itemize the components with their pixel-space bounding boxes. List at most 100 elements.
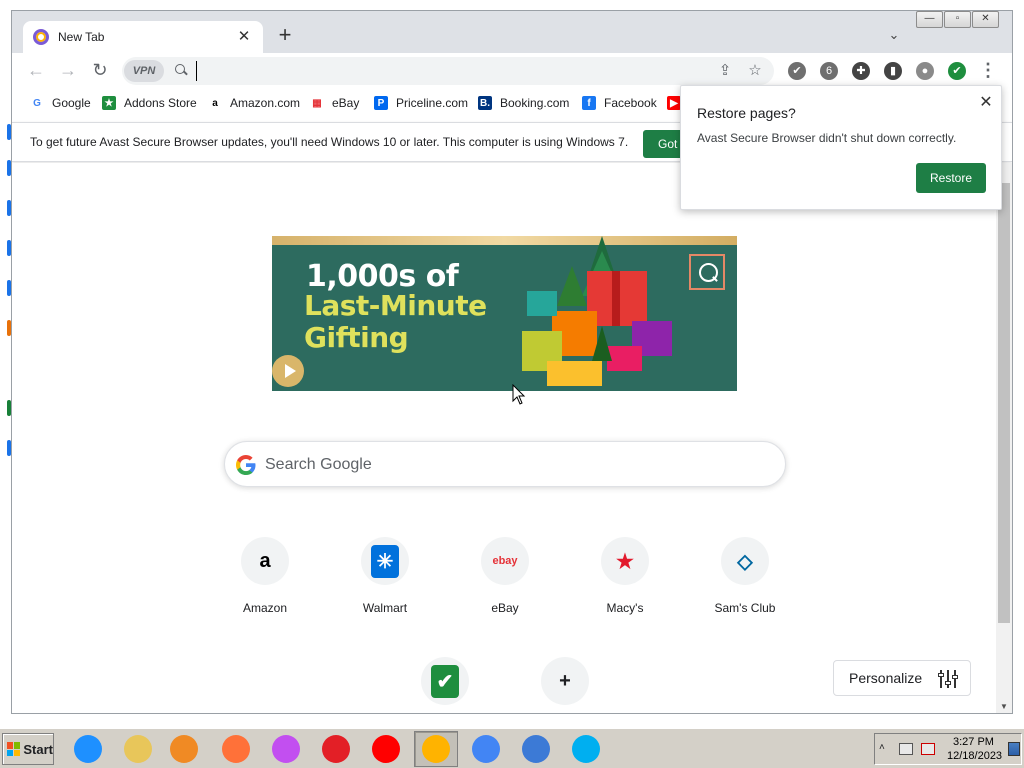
puzzle-extension-icon[interactable]: ✚ (852, 62, 870, 80)
windows-logo-icon (7, 742, 21, 756)
personalize-button[interactable]: Personalize (833, 660, 971, 696)
forward-button[interactable]: → (58, 61, 78, 81)
bookmark-favicon-icon: B. (478, 96, 492, 110)
shortcut-tile[interactable]: +Add shortcut (510, 657, 620, 713)
firefox-icon[interactable] (214, 731, 258, 767)
shortcut-label: Sam's Club (714, 601, 776, 615)
google-search-box[interactable] (224, 441, 786, 487)
network-icon[interactable] (899, 743, 913, 755)
bookmark-star-icon[interactable]: ☆ (746, 62, 764, 80)
bookmark-label: Facebook (604, 96, 657, 110)
restore-button[interactable]: Restore (916, 163, 986, 193)
back-button[interactable]: ← (26, 61, 46, 81)
avast-favicon-icon (33, 29, 49, 45)
shortcut-tile[interactable]: ebay eBay (450, 537, 560, 627)
media-player-icon[interactable] (162, 731, 206, 767)
yandex-browser-icon[interactable] (314, 731, 358, 767)
sidepanel-icon[interactable]: ▮ (884, 62, 902, 80)
shortcut-icon: ✔ (421, 657, 469, 705)
bookmark-item[interactable]: f Facebook (582, 94, 657, 112)
tab-close-icon[interactable]: ✕ (235, 28, 253, 46)
shortcut-tile[interactable]: ✔Security & Priv... (390, 657, 500, 713)
start-label: Start (23, 741, 53, 757)
tab-search-button[interactable]: ⌄ (885, 27, 903, 45)
tray-expand-icon[interactable]: ˄ (879, 742, 885, 753)
taskbar-app-glyph (572, 735, 600, 763)
taskbar-app-glyph (422, 735, 450, 763)
taskbar-app-glyph (272, 735, 300, 763)
clock-time[interactable]: 3:27 PM (953, 736, 994, 748)
bookmark-label: Google (52, 96, 91, 110)
checklist-app-icon[interactable] (514, 731, 558, 767)
banner-play-icon[interactable] (272, 355, 304, 387)
share-icon[interactable]: ⇪ (716, 62, 734, 80)
tab-new-tab[interactable]: New Tab ✕ (23, 21, 263, 53)
google-search-input[interactable] (265, 454, 745, 476)
shortcut-glyph-icon: ◇ (737, 548, 753, 574)
menu-button[interactable]: ⋮ (978, 61, 998, 81)
address-bar[interactable]: VPN ⇪ ☆ (122, 57, 774, 85)
shortcut-icon: a (241, 537, 289, 585)
promo-banner[interactable]: 1,000s of Last-Minute Gifting (272, 236, 737, 391)
bookmark-favicon-icon: a (208, 96, 222, 110)
shortcut-glyph-icon: ★ (616, 548, 634, 574)
internet-explorer-icon[interactable] (66, 731, 110, 767)
bookmark-item[interactable]: a Amazon.com (208, 94, 300, 112)
close-window-button[interactable]: ✕ (972, 11, 999, 28)
shortcut-icon: ✳ (361, 537, 409, 585)
file-explorer-icon[interactable] (116, 731, 160, 767)
clock-date[interactable]: 12/18/2023 (947, 750, 1002, 762)
shortcut-icon: ◇ (721, 537, 769, 585)
bookmark-item[interactable]: ★ Addons Store (102, 94, 197, 112)
sliders-icon (938, 670, 958, 688)
shortcut-glyph-icon: + (559, 669, 571, 693)
minimize-button[interactable]: — (916, 11, 943, 28)
address-input[interactable] (196, 61, 696, 81)
chrome-icon[interactable] (464, 731, 508, 767)
taskbar-app-glyph (170, 735, 198, 763)
bookmark-item[interactable]: B. Booking.com (478, 94, 569, 112)
bookmark-item[interactable]: ▦ eBay (310, 94, 359, 112)
shortcut-glyph-icon: ✳ (370, 544, 400, 578)
privacy-extension-icon[interactable]: 6 (820, 62, 838, 80)
maximize-button[interactable]: ▫ (944, 11, 971, 28)
bookmark-item[interactable]: P Priceline.com (374, 94, 468, 112)
dialog-message: Avast Secure Browser didn't shut down co… (697, 131, 957, 145)
gift-boxes-illustration (522, 236, 672, 386)
start-button[interactable]: Start (2, 733, 54, 765)
polygon-app-icon[interactable] (264, 731, 308, 767)
dialog-close-icon[interactable]: ✕ (977, 92, 995, 112)
profile-icon[interactable]: ● (916, 62, 934, 80)
bookmark-label: Priceline.com (396, 96, 469, 110)
scrollbar-thumb[interactable] (998, 183, 1010, 623)
skype-icon[interactable] (564, 731, 608, 767)
tab-strip: New Tab ✕ + ⌄ — ▫ ✕ (12, 11, 1012, 53)
shortcut-tile[interactable]: ★ Macy's (570, 537, 680, 627)
shortcut-label: Macy's (606, 601, 644, 615)
bookmark-favicon-icon: P (374, 96, 388, 110)
taskbar-app-glyph (222, 735, 250, 763)
shortcut-icon: + (541, 657, 589, 705)
google-g-icon (235, 454, 257, 476)
shield-extension-icon[interactable]: ✔ (788, 62, 806, 80)
avast-browser-icon[interactable] (414, 731, 458, 767)
avast-shield-icon[interactable]: ✔ (948, 62, 966, 80)
vpn-button[interactable]: VPN (124, 60, 164, 82)
shortcut-icon: ebay (481, 537, 529, 585)
volume-muted-icon[interactable] (921, 743, 935, 755)
new-tab-button[interactable]: + (274, 24, 296, 47)
reload-button[interactable]: ↻ (90, 61, 110, 81)
banner-headline-2-text: Last-Minute (304, 289, 487, 322)
bookmark-item[interactable]: G Google (30, 94, 91, 112)
restore-pages-dialog: Restore pages? Avast Secure Browser didn… (680, 85, 1002, 210)
search-icon (174, 63, 188, 77)
yandex-icon[interactable] (364, 731, 408, 767)
shortcut-tile[interactable]: ◇ Sam's Club (690, 537, 800, 627)
shortcut-tile[interactable]: a Amazon (210, 537, 320, 627)
shortcut-tile[interactable]: ✳ Walmart (330, 537, 440, 627)
show-desktop-button[interactable] (1008, 742, 1020, 756)
page-scrollbar[interactable]: ▼ (996, 163, 1012, 713)
bookmark-label: Addons Store (124, 96, 197, 110)
scroll-down-arrow-icon[interactable]: ▼ (1000, 702, 1008, 711)
browser-toolbar: ← → ↻ VPN ⇪ ☆ ✔ 6 ✚ ▮ ● ✔ ⋮ (12, 53, 1012, 89)
